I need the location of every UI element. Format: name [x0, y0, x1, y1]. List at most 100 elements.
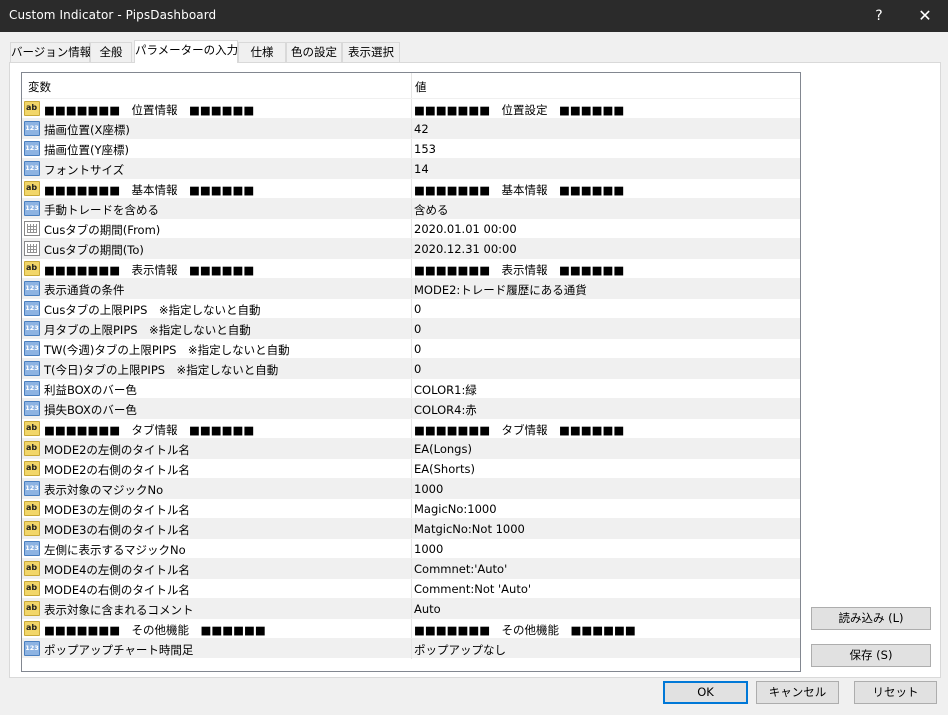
tab-version-info[interactable]: バージョン情報: [10, 42, 91, 62]
parameter-value[interactable]: 2020.01.01 00:00: [414, 222, 517, 236]
cell-divider: [411, 399, 412, 419]
parameter-value[interactable]: MatgicNo:Not 1000: [414, 522, 525, 536]
table-row[interactable]: ab MODE4の右側のタイトル名 Comment:Not 'Auto': [22, 578, 800, 599]
table-row[interactable]: ab 表示対象に含まれるコメント Auto: [22, 598, 800, 619]
table-row[interactable]: 123 T(今日)タブの上限PIPS ※指定しないと自動 0: [22, 358, 800, 379]
table-row[interactable]: 123 表示通貨の条件 MODE2:トレード履歴にある通貨: [22, 278, 800, 299]
number-type-icon: 123: [24, 641, 40, 656]
table-row[interactable]: 123 Cusタブの上限PIPS ※指定しないと自動 0: [22, 298, 800, 319]
parameter-name: ■■■■■■■ 表示情報 ■■■■■■: [44, 263, 255, 277]
tab-general[interactable]: 全般: [90, 42, 132, 62]
table-row[interactable]: 123 左側に表示するマジックNo 1000: [22, 538, 800, 559]
close-button[interactable]: ✕: [902, 0, 948, 32]
table-row[interactable]: Cusタブの期間(To) 2020.12.31 00:00: [22, 238, 800, 259]
parameter-value[interactable]: 14: [414, 162, 429, 176]
cell-divider: [411, 559, 412, 579]
parameter-value[interactable]: Comment:Not 'Auto': [414, 582, 531, 596]
table-row[interactable]: 123 フォントサイズ 14: [22, 158, 800, 179]
table-row[interactable]: ab MODE2の右側のタイトル名 EA(Shorts): [22, 458, 800, 479]
parameter-value[interactable]: 含める: [414, 202, 449, 218]
parameter-value[interactable]: MODE2:トレード履歴にある通貨: [414, 282, 587, 298]
cell-divider: [411, 499, 412, 519]
tab-display-selection[interactable]: 表示選択: [342, 42, 400, 62]
column-divider[interactable]: [411, 73, 412, 98]
parameter-value[interactable]: 0: [414, 362, 421, 376]
parameter-value[interactable]: 0: [414, 342, 421, 356]
string-type-icon: ab: [24, 621, 40, 636]
parameter-value[interactable]: ■■■■■■■ その他機能 ■■■■■■: [414, 622, 636, 638]
parameter-value[interactable]: COLOR1:緑: [414, 382, 477, 398]
tab-color-settings[interactable]: 色の設定: [286, 42, 342, 62]
table-row[interactable]: ab ■■■■■■■ タブ情報 ■■■■■■ ■■■■■■■ タブ情報 ■■■■■■: [22, 418, 800, 439]
table-row[interactable]: ab MODE3の右側のタイトル名 MatgicNo:Not 1000: [22, 518, 800, 539]
string-type-icon: ab: [24, 561, 40, 576]
table-row[interactable]: Cusタブの期間(From) 2020.01.01 00:00: [22, 218, 800, 239]
parameter-name: MODE4の左側のタイトル名: [44, 563, 190, 577]
parameter-name: ■■■■■■■ 位置情報 ■■■■■■: [44, 103, 255, 117]
cell-divider: [411, 299, 412, 319]
cell-divider: [411, 639, 412, 659]
parameter-value[interactable]: ■■■■■■■ 位置設定 ■■■■■■: [414, 102, 624, 118]
table-row[interactable]: ab MODE3の左側のタイトル名 MagicNo:1000: [22, 498, 800, 519]
table-row[interactable]: 123 利益BOXのバー色 COLOR1:緑: [22, 378, 800, 399]
table-row[interactable]: 123 表示対象のマジックNo 1000: [22, 478, 800, 499]
cell-divider: [411, 199, 412, 219]
parameter-value[interactable]: Auto: [414, 602, 441, 616]
table-row[interactable]: 123 ポップアップチャート時間足 ポップアップなし: [22, 638, 800, 659]
number-type-icon: 123: [24, 161, 40, 176]
save-button[interactable]: 保存 (S): [811, 644, 931, 667]
parameter-value[interactable]: EA(Shorts): [414, 462, 475, 476]
parameter-value[interactable]: EA(Longs): [414, 442, 472, 456]
parameter-value[interactable]: MagicNo:1000: [414, 502, 497, 516]
string-type-icon: ab: [24, 601, 40, 616]
cell-divider: [411, 339, 412, 359]
parameter-name: 月タブの上限PIPS ※指定しないと自動: [44, 323, 251, 337]
parameter-name: 表示通貨の条件: [44, 283, 125, 297]
parameter-value[interactable]: Commnet:'Auto': [414, 562, 507, 576]
cancel-button[interactable]: キャンセル: [756, 681, 839, 704]
string-type-icon: ab: [24, 501, 40, 516]
reset-button[interactable]: リセット: [854, 681, 937, 704]
table-row[interactable]: ab ■■■■■■■ 表示情報 ■■■■■■ ■■■■■■■ 表示情報 ■■■■■■: [22, 258, 800, 279]
parameter-value[interactable]: 0: [414, 322, 421, 336]
table-row[interactable]: 123 TW(今週)タブの上限PIPS ※指定しないと自動 0: [22, 338, 800, 359]
table-row[interactable]: ab ■■■■■■■ 位置情報 ■■■■■■ ■■■■■■■ 位置設定 ■■■■■■: [22, 98, 800, 119]
table-row[interactable]: 123 描画位置(X座標) 42: [22, 118, 800, 139]
table-row[interactable]: 123 月タブの上限PIPS ※指定しないと自動 0: [22, 318, 800, 339]
tab-specifications[interactable]: 仕様: [238, 42, 286, 62]
parameter-value[interactable]: 0: [414, 302, 421, 316]
tab-parameters[interactable]: パラメーターの入力: [134, 40, 238, 63]
parameter-name: 描画位置(Y座標): [44, 143, 129, 157]
parameter-value[interactable]: 1000: [414, 542, 443, 556]
parameter-value[interactable]: 2020.12.31 00:00: [414, 242, 517, 256]
parameter-value[interactable]: ■■■■■■■ 表示情報 ■■■■■■: [414, 262, 624, 278]
cell-divider: [411, 419, 412, 439]
table-row[interactable]: ab ■■■■■■■ 基本情報 ■■■■■■ ■■■■■■■ 基本情報 ■■■■■■: [22, 178, 800, 199]
table-row[interactable]: 123 手動トレードを含める 含める: [22, 198, 800, 219]
parameter-value[interactable]: COLOR4:赤: [414, 402, 477, 418]
table-row[interactable]: 123 描画位置(Y座標) 153: [22, 138, 800, 159]
column-header-variable[interactable]: 変数: [28, 79, 51, 95]
parameter-value[interactable]: ■■■■■■■ タブ情報 ■■■■■■: [414, 422, 624, 438]
table-row[interactable]: 123 損失BOXのバー色 COLOR4:赤: [22, 398, 800, 419]
table-row[interactable]: ab MODE2の左側のタイトル名 EA(Longs): [22, 438, 800, 459]
parameter-value[interactable]: 1000: [414, 482, 443, 496]
number-type-icon: 123: [24, 141, 40, 156]
parameter-name: 手動トレードを含める: [44, 203, 159, 217]
window-title: Custom Indicator - PipsDashboard: [9, 8, 217, 22]
string-type-icon: ab: [24, 101, 40, 116]
parameter-value[interactable]: ポップアップなし: [414, 642, 506, 658]
load-button[interactable]: 読み込み (L): [811, 607, 931, 630]
help-button[interactable]: ?: [856, 0, 902, 32]
parameter-name: T(今日)タブの上限PIPS ※指定しないと自動: [44, 363, 279, 377]
parameter-name: 描画位置(X座標): [44, 123, 130, 137]
parameter-value[interactable]: 153: [414, 142, 436, 156]
parameter-value[interactable]: 42: [414, 122, 429, 136]
table-row[interactable]: ab MODE4の左側のタイトル名 Commnet:'Auto': [22, 558, 800, 579]
table-row[interactable]: ab ■■■■■■■ その他機能 ■■■■■■ ■■■■■■■ その他機能 ■■■■…: [22, 618, 800, 639]
parameter-value[interactable]: ■■■■■■■ 基本情報 ■■■■■■: [414, 182, 624, 198]
column-header-value[interactable]: 値: [415, 79, 427, 95]
number-type-icon: 123: [24, 481, 40, 496]
ok-button[interactable]: OK: [663, 681, 748, 704]
parameter-name: Cusタブの期間(From): [44, 223, 161, 237]
